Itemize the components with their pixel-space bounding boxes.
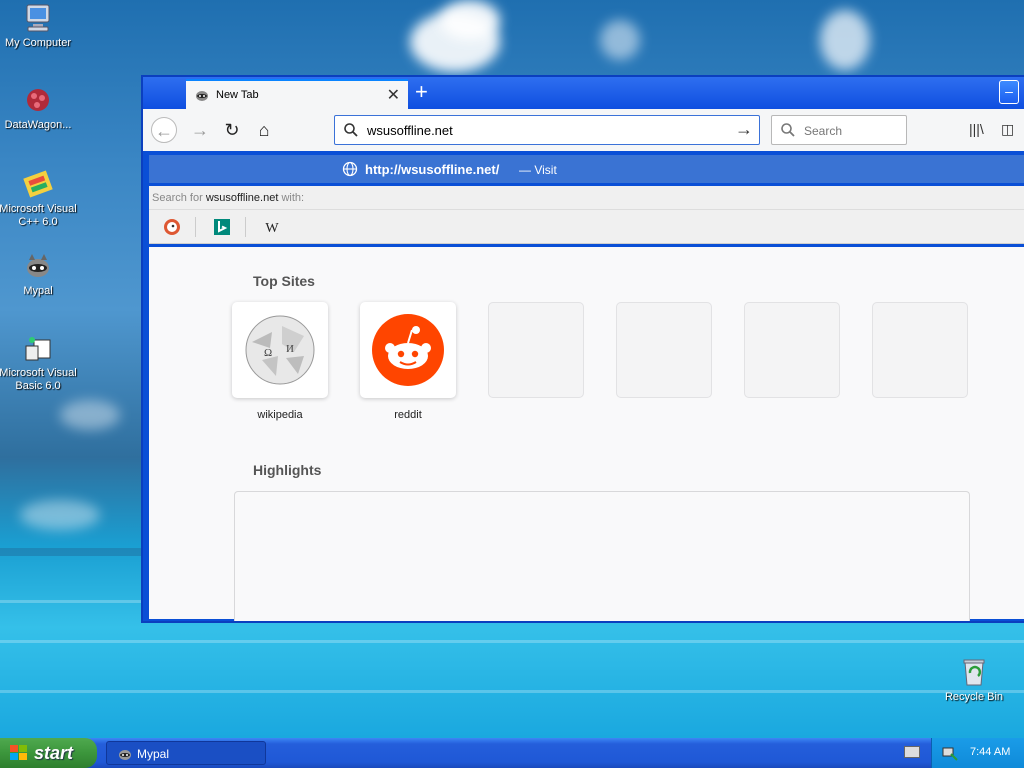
wikipedia-globe-icon: Ω И <box>245 315 315 385</box>
back-button[interactable]: ← <box>151 117 177 143</box>
visual-cpp-icon <box>23 170 53 198</box>
suggestion-visit: — Visit <box>519 163 557 177</box>
wave <box>0 690 1024 693</box>
cloud <box>20 500 100 530</box>
url-input-value[interactable]: wsusoffline.net <box>367 123 453 138</box>
svg-text:Ω: Ω <box>264 347 272 359</box>
top-site-label: reddit <box>394 409 422 421</box>
desktop-icon-label: DataWagon... <box>4 119 72 131</box>
library-icon[interactable]: |||\ <box>969 121 984 137</box>
sidebar-icon[interactable]: ◫ <box>1001 121 1014 138</box>
taskbar-item-label: Mypal <box>137 747 170 761</box>
search-box[interactable]: Search <box>771 115 907 145</box>
tab-title: New Tab <box>216 89 259 101</box>
bing-icon[interactable] <box>213 218 231 236</box>
search-with-suffix: with: <box>278 192 305 204</box>
top-sites-title: Top Sites <box>253 273 315 289</box>
divider <box>245 217 246 237</box>
desktop-icon-datawagon[interactable]: DataWagon... <box>0 84 78 132</box>
desktop-icon-label: Recycle Bin <box>944 691 1004 703</box>
close-tab-icon[interactable]: ✕ <box>387 85 400 105</box>
search-icon <box>344 123 358 137</box>
recycle-bin-icon <box>963 659 985 686</box>
tab-new-tab[interactable]: New Tab ✕ <box>186 79 408 109</box>
top-site-reddit[interactable] <box>360 302 456 398</box>
clock: 7:44 AM <box>970 746 1011 758</box>
desktop-icon-my-computer[interactable]: My Computer <box>0 2 78 50</box>
wikipedia-icon[interactable]: W <box>263 218 281 236</box>
title-bar: New Tab ✕ + – <box>143 77 1024 109</box>
divider <box>195 217 196 237</box>
highlights-title: Highlights <box>253 462 322 478</box>
search-with-term: wsusoffline.net <box>205 192 279 204</box>
search-with-row: Search for wsusoffline.net with: <box>149 186 1024 210</box>
minimize-button[interactable]: – <box>999 80 1019 104</box>
browser-window: New Tab ✕ + – ← → ↻ ⌂ wsusoffline.net → … <box>141 75 1024 623</box>
computer-icon <box>26 4 50 32</box>
system-tray: 7:44 AM <box>931 738 1024 768</box>
top-site-empty[interactable] <box>616 302 712 398</box>
mypal-favicon-icon <box>119 750 131 760</box>
search-with-prefix: Search for <box>152 192 206 204</box>
reload-button[interactable]: ↻ <box>219 117 245 143</box>
mypal-favicon-icon <box>196 91 208 101</box>
wave <box>0 640 1024 643</box>
duckduckgo-icon[interactable] <box>163 218 181 236</box>
start-button[interactable]: start <box>0 738 97 768</box>
taskbar-item-mypal[interactable]: Mypal <box>106 741 266 765</box>
forward-button[interactable]: → <box>187 117 213 143</box>
svg-text:W: W <box>265 221 279 236</box>
search-engines-row: W <box>149 210 1024 244</box>
taskbar: start Mypal 7:44 AM <box>0 738 1024 768</box>
reddit-icon <box>372 314 444 386</box>
top-site-empty[interactable] <box>872 302 968 398</box>
desktop-icon-label: Mypal <box>23 285 53 297</box>
go-arrow-icon[interactable]: → <box>735 119 753 140</box>
cloud <box>60 400 120 430</box>
keyboard-icon[interactable] <box>904 746 920 758</box>
visual-basic-icon <box>25 337 51 361</box>
start-label: start <box>34 743 74 763</box>
url-suggestion-row[interactable]: http://wsusoffline.net/ — Visit <box>149 155 1024 183</box>
network-icon[interactable] <box>942 745 958 761</box>
new-tab-content: Top Sites Ω И wikipedia reddit Highlight… <box>149 247 1024 621</box>
desktop-icon-visual-cpp[interactable]: Microsoft Visual C++ 6.0 <box>0 168 78 229</box>
desktop-icon-label: Microsoft Visual Basic 6.0 <box>0 367 77 392</box>
home-button[interactable]: ⌂ <box>251 117 277 143</box>
cloud <box>600 20 640 60</box>
windows-flag-icon <box>10 745 27 760</box>
url-bar[interactable]: wsusoffline.net → <box>334 115 760 145</box>
top-site-empty[interactable] <box>744 302 840 398</box>
cloud <box>440 0 500 40</box>
search-icon <box>781 123 795 137</box>
desktop-icon-visual-basic[interactable]: Microsoft Visual Basic 6.0 <box>0 332 78 393</box>
desktop-icon-label: My Computer <box>4 37 72 49</box>
new-tab-button[interactable]: + <box>415 79 428 105</box>
desktop-icon-mypal[interactable]: Mypal <box>0 250 78 298</box>
top-site-empty[interactable] <box>488 302 584 398</box>
highlights-panel <box>234 491 970 621</box>
suggestion-url: http://wsusoffline.net/ <box>365 162 500 177</box>
cloud <box>820 10 870 70</box>
desktop-icon-recycle-bin[interactable]: Recycle Bin <box>934 656 1014 704</box>
svg-text:И: И <box>286 343 294 355</box>
mypal-raccoon-icon <box>27 254 49 277</box>
top-site-label: wikipedia <box>257 409 303 421</box>
globe-icon <box>342 161 358 177</box>
desktop-icon-label: Microsoft Visual C++ 6.0 <box>0 203 77 228</box>
datawagon-icon <box>27 89 49 111</box>
search-with-label: Search for wsusoffline.net with: <box>152 192 304 204</box>
search-placeholder: Search <box>804 124 843 138</box>
nav-toolbar: ← → ↻ ⌂ wsusoffline.net → Search |||\ ◫ <box>143 109 1024 151</box>
top-site-wikipedia[interactable]: Ω И <box>232 302 328 398</box>
